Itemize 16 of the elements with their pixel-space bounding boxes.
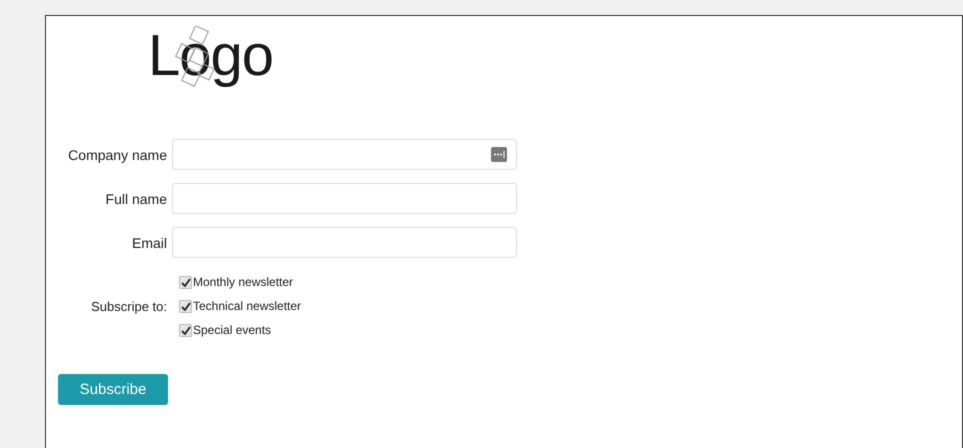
logo: Logo xyxy=(148,24,274,88)
checkbox[interactable] xyxy=(179,324,192,336)
field-label: Company name xyxy=(67,146,167,162)
input-field[interactable] xyxy=(172,227,517,258)
input-field[interactable] xyxy=(172,183,517,214)
field-label: Email xyxy=(130,234,167,250)
more-icon[interactable] xyxy=(491,147,507,162)
checkbox-label: Special events xyxy=(193,323,272,337)
input-field[interactable] xyxy=(172,139,517,170)
checkbox[interactable] xyxy=(179,276,192,288)
checkbox-label: Monthly newsletter xyxy=(193,275,294,289)
subscribe-label: Subscripe to: xyxy=(90,298,167,314)
field-label: Full name xyxy=(104,190,167,206)
checkbox-label: Technical newsletter xyxy=(193,299,302,313)
checkbox[interactable] xyxy=(179,300,192,312)
subscribe-button[interactable]: Subscribe xyxy=(58,374,168,405)
